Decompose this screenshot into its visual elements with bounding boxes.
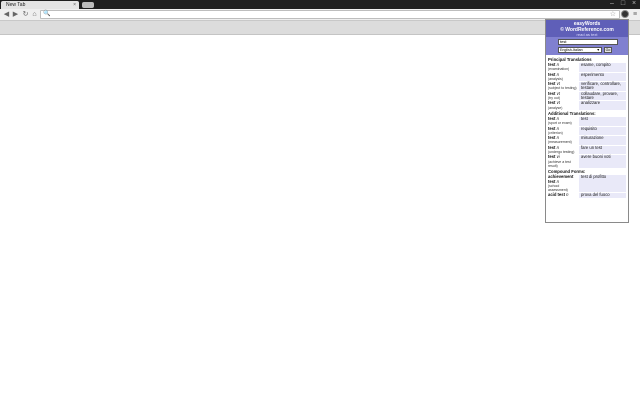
translation-row: test vt (try out) collaudare, provare, tes… bbox=[548, 90, 626, 101]
term-cell: test vi (achieve a test result) bbox=[548, 155, 579, 168]
new-tab-button[interactable] bbox=[82, 2, 94, 8]
term-cell: acid test n bbox=[548, 193, 579, 197]
tab-new-tab[interactable]: New Tab × bbox=[1, 1, 79, 9]
term-context: (achieve a test result) bbox=[548, 159, 571, 168]
term-cell: test n (criterion) bbox=[548, 125, 579, 136]
easywords-extension-icon[interactable] bbox=[621, 10, 629, 18]
term-context: (school assessment) bbox=[548, 183, 568, 193]
term-word[interactable]: test bbox=[548, 116, 555, 121]
tab-strip: New Tab × – □ × bbox=[0, 0, 640, 9]
term-cell: test n (sport or exam) bbox=[548, 115, 579, 126]
term-word[interactable]: test bbox=[548, 91, 555, 96]
browser-toolbar: ◀ ▶ ↻ ⌂ 🔍 ☆ ≡ bbox=[0, 9, 640, 21]
term-cell: test n (undergo testing) bbox=[548, 144, 579, 155]
popup-search-area: test English-Italian ▼ Go bbox=[546, 37, 628, 55]
tab-title: New Tab bbox=[6, 2, 26, 8]
translation-cell: analizzare bbox=[579, 101, 626, 110]
translation-row: test vi (achieve a test result) avere buon… bbox=[548, 155, 626, 169]
term-word[interactable]: test bbox=[548, 81, 555, 86]
tab-close-icon[interactable]: × bbox=[73, 1, 76, 9]
term-word[interactable]: achievement test bbox=[548, 174, 573, 184]
part-of-speech: vt bbox=[556, 100, 560, 106]
translation-row: test vt (subject to testing) verificare, c… bbox=[548, 82, 626, 91]
translation-row: test n (examination) esame, compito bbox=[548, 62, 626, 72]
go-button[interactable]: Go bbox=[604, 47, 612, 53]
chevron-down-icon: ▼ bbox=[596, 48, 600, 52]
translation-cell: misurazione bbox=[579, 136, 626, 145]
term-word[interactable]: test bbox=[548, 126, 555, 131]
translation-cell: verificare, controllare, testare bbox=[579, 82, 626, 91]
term-word[interactable]: test bbox=[548, 100, 555, 105]
part-of-speech: vt bbox=[556, 81, 560, 87]
translation-cell: test bbox=[579, 116, 626, 126]
easywords-popup: easyWords © WordReference.com read as te… bbox=[545, 19, 629, 223]
part-of-speech: vi bbox=[556, 154, 560, 160]
translation-cell: test di profitto bbox=[579, 175, 626, 193]
popup-header: easyWords © WordReference.com read as te… bbox=[546, 20, 628, 37]
part-of-speech: n bbox=[556, 62, 559, 67]
translation-cell: esperimento bbox=[579, 72, 626, 82]
wrench-menu-icon[interactable]: ≡ bbox=[631, 10, 639, 19]
part-of-speech: vt bbox=[556, 90, 560, 96]
part-of-speech: n bbox=[556, 71, 559, 77]
part-of-speech: n bbox=[556, 178, 559, 184]
translation-row: test n (sport or exam) test bbox=[548, 115, 626, 126]
star-icon[interactable]: ☆ bbox=[610, 10, 616, 19]
term-context: (analyse) bbox=[548, 105, 563, 110]
translation-row: test n (measurement) misurazione bbox=[548, 136, 626, 145]
term-cell: achievement test n (school assessment) bbox=[548, 174, 579, 193]
term-word[interactable]: test bbox=[548, 72, 555, 77]
back-icon[interactable]: ◀ bbox=[2, 10, 11, 19]
translation-cell: avere buoni voti bbox=[579, 155, 626, 169]
translation-row: acid test n prova del fuoco bbox=[548, 193, 626, 198]
term-word[interactable]: test bbox=[548, 135, 555, 140]
part-of-speech: n bbox=[556, 144, 559, 150]
translation-cell: prova del fuoco bbox=[579, 193, 626, 198]
translation-row: test vt (analyse) analizzare bbox=[548, 101, 626, 110]
part-of-speech: n bbox=[556, 115, 559, 121]
reload-icon[interactable]: ↻ bbox=[21, 10, 30, 19]
term-cell: test n (measurement) bbox=[548, 136, 579, 145]
translation-cell: requisito bbox=[579, 126, 626, 136]
term-word[interactable]: test bbox=[548, 62, 555, 67]
translation-cell: esame, compito bbox=[579, 62, 626, 72]
forward-icon[interactable]: ▶ bbox=[11, 10, 20, 19]
translation-row: test n (analysis) esperimento bbox=[548, 71, 626, 82]
part-of-speech: n bbox=[556, 135, 559, 141]
term-word[interactable]: test bbox=[548, 154, 555, 159]
language-select[interactable]: English-Italian ▼ bbox=[558, 47, 602, 53]
bookmarks-bar bbox=[0, 21, 640, 35]
term-cell: test vt (try out) bbox=[548, 90, 579, 101]
home-icon[interactable]: ⌂ bbox=[30, 10, 39, 19]
translation-cell: collaudare, provare, testare bbox=[579, 91, 626, 101]
part-of-speech: n bbox=[566, 192, 569, 198]
minimize-icon[interactable]: – bbox=[608, 0, 616, 8]
window-close-icon[interactable]: × bbox=[630, 0, 638, 8]
maximize-icon[interactable]: □ bbox=[619, 0, 627, 8]
omnibox[interactable]: 🔍 ☆ bbox=[40, 10, 620, 19]
window-controls: – □ × bbox=[608, 0, 638, 9]
translation-row: test n (undergo testing) fare un test bbox=[548, 144, 626, 155]
language-select-value: English-Italian bbox=[560, 48, 583, 52]
part-of-speech: n bbox=[556, 125, 559, 131]
word-search-input[interactable]: test bbox=[558, 39, 618, 45]
translation-row: achievement test n (school assessment) tes… bbox=[548, 174, 626, 193]
translation-cell: fare un test bbox=[579, 145, 626, 155]
search-icon: 🔍 bbox=[43, 11, 51, 17]
translation-results: Principal Translations test n (examination… bbox=[546, 55, 628, 198]
translation-row: test n (criterion) requisito bbox=[548, 125, 626, 136]
term-cell: test n (examination) bbox=[548, 62, 579, 72]
term-word[interactable]: test bbox=[548, 145, 555, 150]
term-cell: test n (analysis) bbox=[548, 71, 579, 82]
term-word[interactable]: acid test bbox=[548, 192, 565, 197]
term-cell: test vt (subject to testing) bbox=[548, 82, 579, 91]
term-cell: test vt (analyse) bbox=[548, 101, 579, 110]
